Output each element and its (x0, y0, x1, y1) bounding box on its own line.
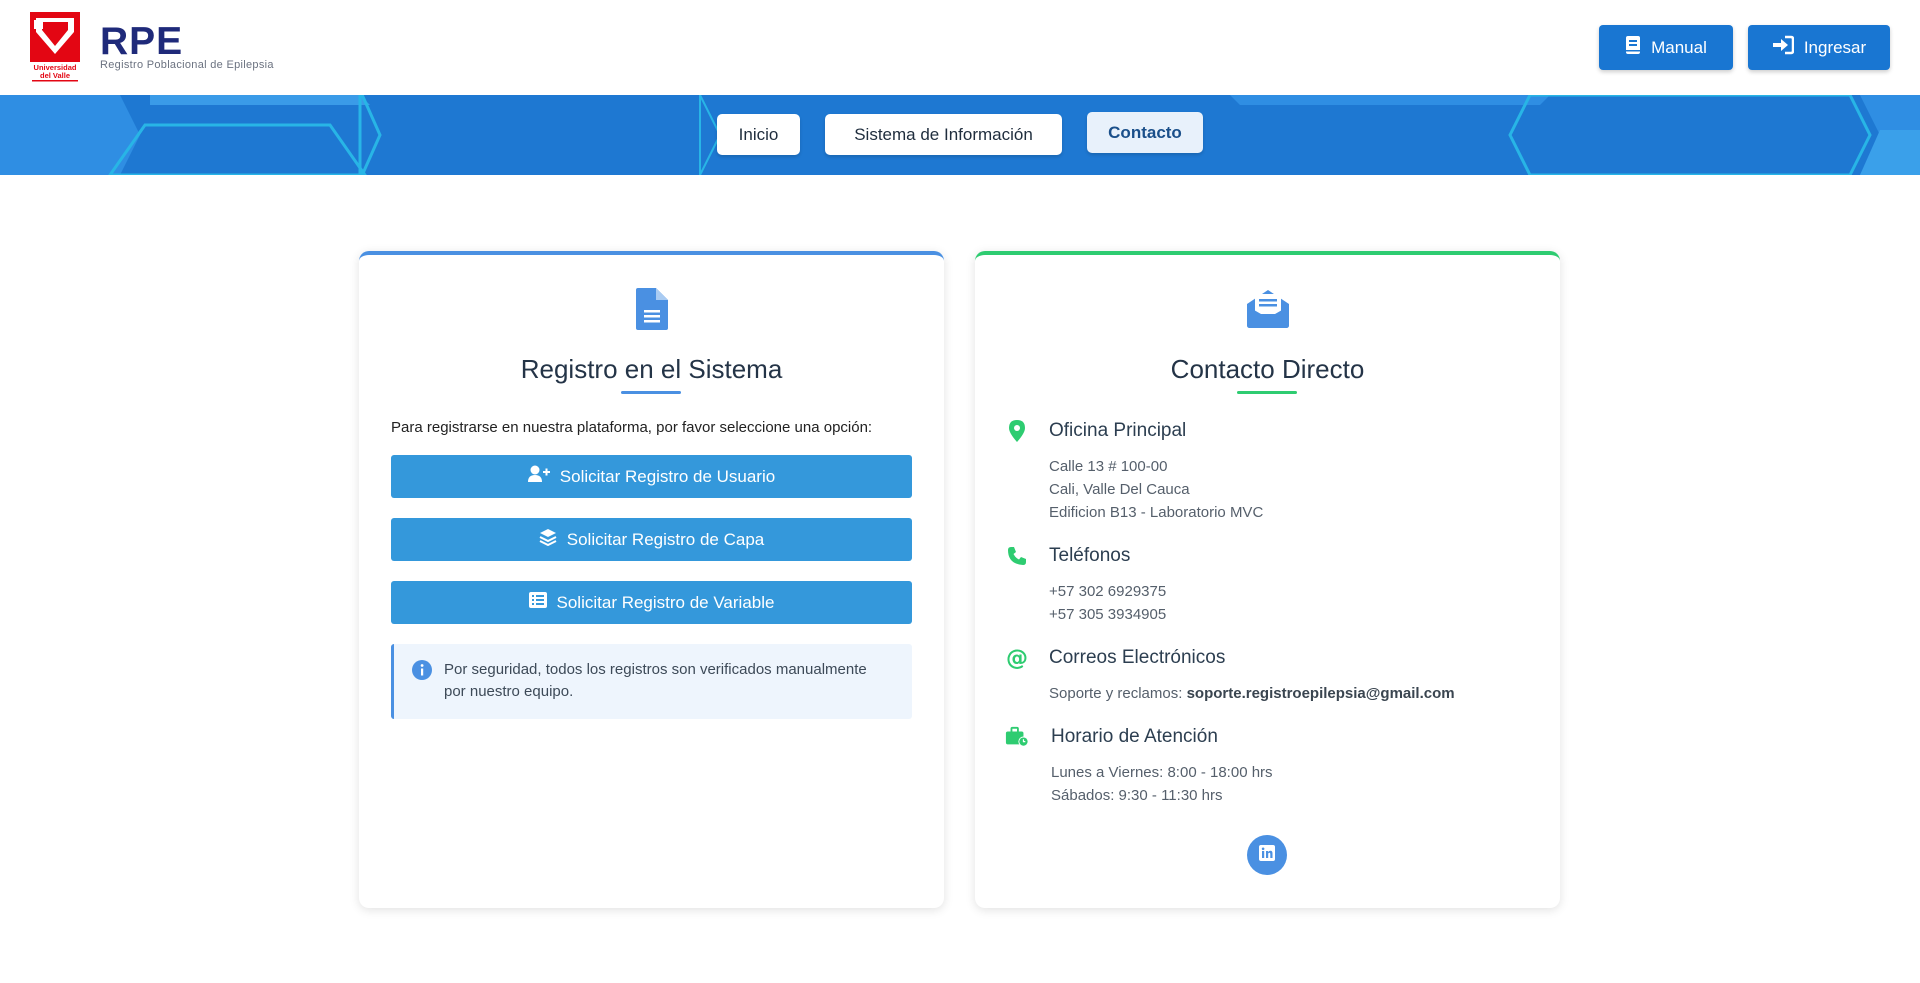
solicitar-registro-capa-button[interactable]: Solicitar Registro de Capa (391, 518, 912, 561)
security-info-text: Por seguridad, todos los registros son v… (444, 661, 867, 700)
phone-number[interactable]: +57 302 6929375 (1049, 580, 1166, 603)
address-line: Edificion B13 - Laboratorio MVC (1049, 504, 1264, 521)
registro-title: Registro en el Sistema (520, 354, 783, 384)
title-underline (621, 391, 681, 394)
support-email-link[interactable]: soporte.registroepilepsia@gmail.com (1187, 685, 1455, 702)
nav-item-contacto[interactable]: Contacto (1087, 112, 1203, 153)
user-plus-icon (527, 465, 550, 488)
univalle-logo[interactable]: Universidad del Valle (30, 12, 80, 82)
solicitar-registro-variable-button[interactable]: Solicitar Registro de Variable (391, 581, 912, 624)
sign-in-icon (1772, 35, 1795, 60)
brand-subtitle: Registro Poblacional de Epilepsia (100, 59, 274, 71)
nav-item-inicio[interactable]: Inicio (717, 114, 800, 155)
info-icon (412, 660, 432, 684)
manual-label: Manual (1651, 37, 1707, 57)
horario-title: Horario de Atención (1051, 726, 1218, 747)
manual-button[interactable]: Manual (1599, 25, 1733, 70)
ingresar-label: Ingresar (1803, 37, 1867, 57)
svg-text:del Valle: del Valle (40, 71, 70, 80)
button-label: Solicitar Registro de Usuario (559, 466, 776, 486)
header: Universidad del Valle RPE Registro Pobla… (0, 0, 1920, 95)
oficina-address: Calle 13 # 100-00 Cali, Valle Del Cauca … (1049, 455, 1263, 524)
oficina-title: Oficina Principal (1049, 420, 1187, 441)
briefcase-clock-icon (1005, 725, 1029, 749)
registro-intro: Para registrarse en nuestra plataforma, … (391, 419, 873, 436)
horario-line: Sábados: 9:30 - 11:30 hrs (1051, 787, 1223, 804)
correos-title: Correos Electrónicos (1049, 647, 1226, 668)
nav-item-sistema-informacion[interactable]: Sistema de Información (825, 114, 1062, 155)
button-label: Solicitar Registro de Variable (556, 592, 775, 612)
at-sign-icon: @ (1006, 645, 1028, 671)
contacto-title: Contacto Directo (1170, 354, 1365, 384)
linkedin-button[interactable] (1247, 835, 1287, 875)
address-line: Calle 13 # 100-00 (1049, 458, 1168, 475)
contacto-card: Contacto Directo Oficina Principal Calle… (975, 251, 1560, 908)
button-label: Solicitar Registro de Capa (566, 529, 765, 549)
solicitar-registro-usuario-button[interactable]: Solicitar Registro de Usuario (391, 455, 912, 498)
security-info-box: Por seguridad, todos los registros son v… (391, 644, 912, 719)
phone-number[interactable]: +57 305 3934905 (1049, 603, 1166, 626)
main-navigation: Inicio Sistema de Información Contacto (0, 95, 1920, 175)
envelope-open-icon (975, 288, 1560, 328)
horario-line: Lunes a Viernes: 8:00 - 18:00 hrs (1051, 764, 1273, 781)
layers-icon (539, 528, 557, 551)
address-line: Cali, Valle Del Cauca (1049, 481, 1190, 498)
list-icon (528, 592, 547, 613)
correos-list: Soporte y reclamos: soporte.registroepil… (1049, 682, 1455, 705)
document-icon (359, 288, 944, 330)
telefonos-title: Teléfonos (1049, 545, 1131, 566)
ingresar-button[interactable]: Ingresar (1748, 25, 1890, 70)
book-icon (1625, 35, 1641, 60)
email-label: Soporte y reclamos: (1049, 685, 1183, 702)
location-pin-icon (1005, 419, 1029, 443)
phone-icon (1005, 544, 1029, 568)
telefonos-list: +57 302 6929375 +57 305 3934905 (1049, 580, 1166, 626)
title-underline (1237, 391, 1297, 394)
registro-card: Registro en el Sistema Para registrarse … (359, 251, 944, 908)
horario-list: Lunes a Viernes: 8:00 - 18:00 hrs Sábado… (1051, 761, 1273, 807)
linkedin-icon (1259, 845, 1275, 865)
brand-title: RPE (100, 20, 184, 63)
